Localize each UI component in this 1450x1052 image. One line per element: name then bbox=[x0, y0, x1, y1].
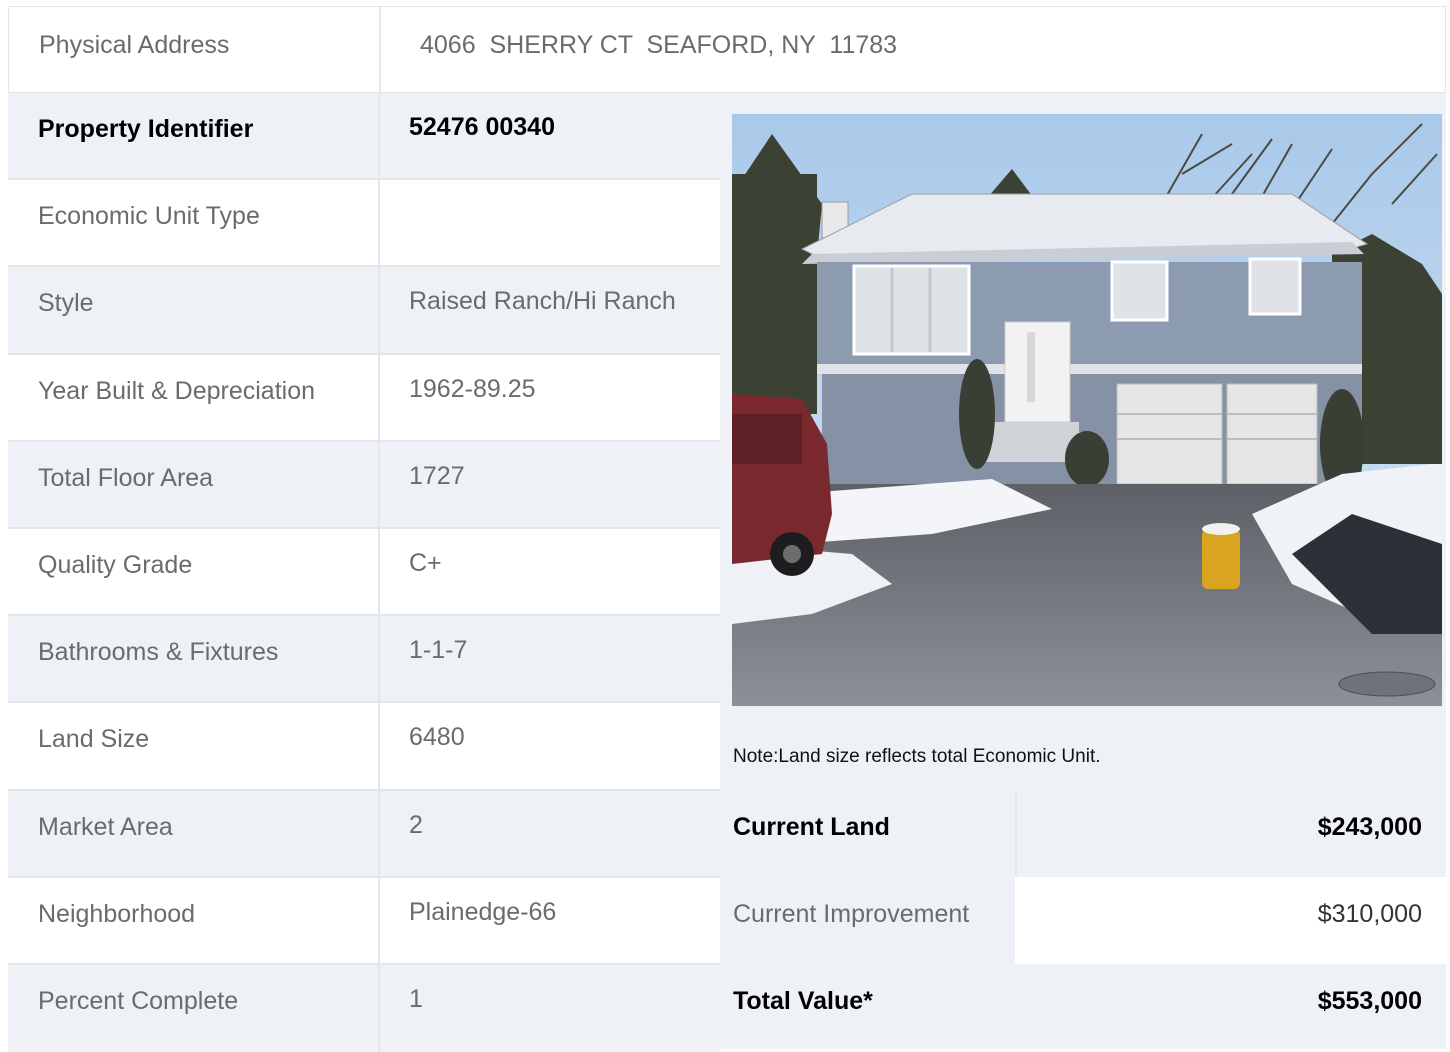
detail-row-total-floor-area: Total Floor Area 1727 bbox=[8, 441, 720, 529]
valuation-amount: $243,000 bbox=[1317, 813, 1422, 841]
detail-value: 6480 bbox=[409, 723, 465, 752]
column-divider bbox=[378, 267, 380, 353]
detail-row-quality-grade: Quality Grade C+ bbox=[8, 528, 720, 617]
detail-value: C+ bbox=[409, 548, 442, 577]
column-divider bbox=[378, 790, 380, 876]
house-photo-illustration bbox=[732, 114, 1442, 706]
detail-label: Total Floor Area bbox=[38, 463, 214, 492]
detail-row-market-area: Market Area 2 bbox=[8, 790, 720, 878]
valuation-row-current-improvement: Current Improvement $310,000 bbox=[720, 877, 1446, 964]
detail-label: Bathrooms & Fixtures bbox=[38, 638, 279, 667]
detail-label: Quality Grade bbox=[38, 550, 193, 579]
detail-row-percent-complete: Percent Complete 1 bbox=[8, 964, 720, 1052]
column-divider bbox=[378, 354, 380, 440]
detail-label: Style bbox=[38, 289, 94, 318]
column-divider bbox=[378, 180, 380, 266]
detail-row-economic-unit-type: Economic Unit Type bbox=[8, 180, 720, 268]
detail-value: Plainedge-66 bbox=[409, 897, 557, 926]
valuation-label: Total Value* bbox=[733, 987, 873, 1015]
column-divider bbox=[378, 616, 380, 702]
valuation-label: Current Land bbox=[733, 813, 890, 841]
detail-label: Year Built & Depreciation bbox=[38, 376, 316, 405]
column-divider bbox=[378, 441, 380, 527]
column-divider bbox=[379, 7, 381, 94]
detail-value: 1-1-7 bbox=[409, 636, 468, 665]
detail-label: Market Area bbox=[38, 812, 173, 841]
physical-address-row: Physical Address 4066 SHERRY CT SEAFORD,… bbox=[8, 6, 1446, 94]
column-divider bbox=[378, 93, 380, 179]
physical-address-label: Physical Address bbox=[39, 31, 230, 59]
property-photo bbox=[732, 114, 1442, 706]
column-divider bbox=[378, 528, 380, 615]
physical-address-value: 4066 SHERRY CT SEAFORD, NY 11783 bbox=[420, 31, 898, 59]
detail-label: Land Size bbox=[38, 725, 150, 754]
detail-row-property-identifier: Property Identifier 52476 00340 bbox=[8, 93, 720, 181]
valuation-amount: $553,000 bbox=[1317, 987, 1422, 1015]
detail-row-year-built: Year Built & Depreciation 1962-89.25 bbox=[8, 354, 720, 442]
detail-row-style: Style Raised Ranch/Hi Ranch bbox=[8, 267, 720, 355]
property-details-table: Property Identifier 52476 00340 Economic… bbox=[8, 93, 720, 1052]
valuation-amount-cell: $553,000 bbox=[1015, 964, 1446, 1051]
valuation-amount-cell: $310,000 bbox=[1015, 877, 1446, 964]
detail-value: 2 bbox=[409, 810, 423, 839]
detail-value: 1962-89.25 bbox=[409, 374, 536, 403]
valuation-label: Current Improvement bbox=[733, 900, 970, 928]
detail-label: Neighborhood bbox=[38, 899, 196, 928]
land-size-note: Note:Land size reflects total Economic U… bbox=[733, 746, 1101, 767]
detail-row-bathrooms: Bathrooms & Fixtures 1-1-7 bbox=[8, 616, 720, 704]
column-divider bbox=[378, 964, 380, 1052]
property-record: Physical Address 4066 SHERRY CT SEAFORD,… bbox=[8, 6, 1446, 1052]
column-divider bbox=[378, 703, 380, 789]
detail-row-land-size: Land Size 6480 bbox=[8, 703, 720, 791]
detail-row-neighborhood: Neighborhood Plainedge-66 bbox=[8, 877, 720, 965]
detail-value: 1 bbox=[409, 984, 423, 1013]
detail-value: 1727 bbox=[409, 461, 465, 490]
valuation-row-current-land: Current Land $243,000 bbox=[720, 790, 1446, 877]
detail-value: Raised Ranch/Hi Ranch bbox=[409, 287, 676, 316]
detail-label: Property Identifier bbox=[38, 115, 254, 143]
column-divider bbox=[378, 877, 380, 963]
detail-label: Economic Unit Type bbox=[38, 202, 260, 231]
valuation-amount-cell: $243,000 bbox=[1015, 790, 1446, 877]
photo-and-valuation-panel: Note:Land size reflects total Economic U… bbox=[720, 93, 1446, 1049]
valuation-amount: $310,000 bbox=[1317, 900, 1422, 928]
valuation-row-total-value: Total Value* $553,000 bbox=[720, 964, 1446, 1051]
detail-value: 52476 00340 bbox=[409, 113, 555, 141]
detail-label: Percent Complete bbox=[38, 986, 239, 1015]
